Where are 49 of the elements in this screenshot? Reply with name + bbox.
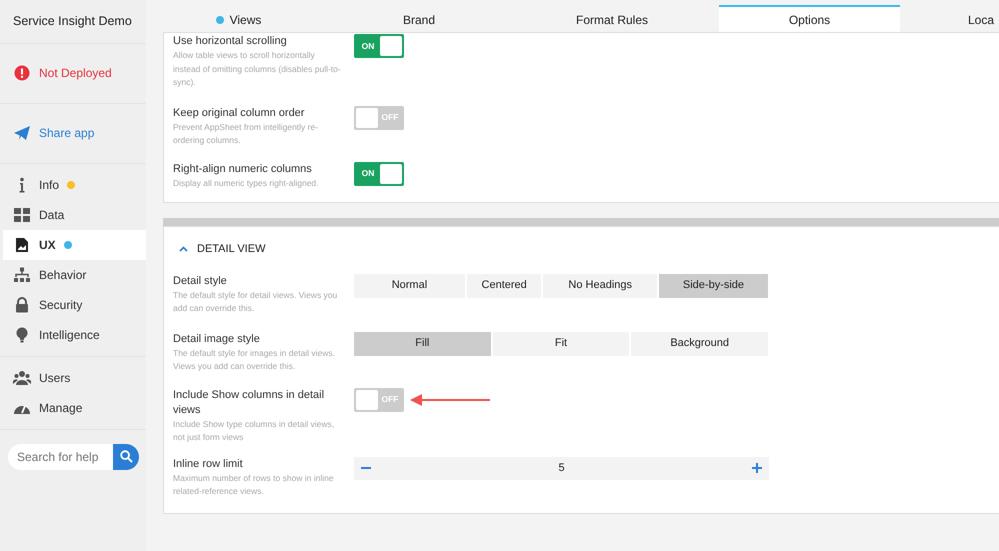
search-icon [120, 450, 132, 464]
search-button[interactable] [113, 444, 139, 470]
setting-label: Right-align numeric columns [173, 162, 313, 176]
option-button[interactable]: Centered [466, 274, 542, 298]
hierarchy-icon [13, 266, 31, 283]
app-title: Service Insight Demo [12, 13, 133, 30]
setting-description: The default style for images in detail views. Views you add can override this. [173, 346, 336, 373]
setting-description: Maximum number of rows to show in inline related-reference views. [173, 472, 335, 498]
setting-description: Allow table views to scroll horizontally instead of omitting columns (disables pull-to-sync). [173, 49, 342, 89]
setting-label: Detail style [173, 274, 228, 288]
setting-label: Detail image style [173, 332, 261, 346]
sidebar-item[interactable]: Manage [0, 392, 146, 423]
sidebar-item[interactable]: Intelligence [0, 320, 146, 350]
tab[interactable]: Options [719, 5, 900, 32]
setting-description: The default style for detail views. Views you add can override this. [173, 288, 338, 315]
search-field[interactable]: Search for help [8, 444, 113, 470]
setting-label: Use horizontal scrolling [173, 34, 288, 49]
sidebar-item[interactable]: Behavior [0, 260, 146, 290]
setting-label: Keep original column order [173, 106, 306, 120]
sidebar-item[interactable]: Not Deployed [0, 56, 146, 91]
users-icon [13, 370, 31, 386]
setting-description: Display all numeric types right-aligned. [173, 176, 320, 190]
sidebar-item[interactable]: Share app [0, 116, 146, 151]
section-title: DETAIL VIEW [197, 242, 266, 257]
sidebar-item[interactable]: Users [0, 362, 146, 393]
setting-description: Include Show type columns in detail views, not just form views [173, 418, 336, 444]
chevron-icon [179, 246, 188, 252]
option-button[interactable]: Fit [492, 332, 630, 356]
setting-description: Prevent AppSheet from intelligently re-ordering columns. [173, 120, 320, 147]
plus-icon [752, 463, 762, 473]
sidebar-item[interactable]: UX [3, 230, 146, 260]
document-icon [13, 236, 31, 253]
option-button[interactable]: No Headings [543, 274, 657, 298]
lock-icon [13, 296, 31, 313]
setting-label: Inline row limit [173, 456, 244, 472]
option-button[interactable]: Side-by-side [658, 274, 768, 298]
option-button[interactable]: Normal [354, 274, 465, 298]
option-button[interactable]: Fill [354, 332, 491, 356]
option-button[interactable]: Background [631, 332, 768, 356]
grid-icon [13, 206, 31, 223]
info-icon [19, 176, 25, 193]
send-icon [13, 125, 31, 142]
number-value: 5 [558, 460, 565, 476]
setting-label: Include Show columns in detail views [173, 388, 326, 418]
sidebar-item[interactable]: Info [0, 170, 146, 200]
sidebar-item[interactable]: Security [0, 290, 146, 320]
sidebar-item[interactable]: Data [0, 200, 146, 230]
alert-icon [13, 65, 31, 82]
collapse-button[interactable] [179, 246, 188, 252]
